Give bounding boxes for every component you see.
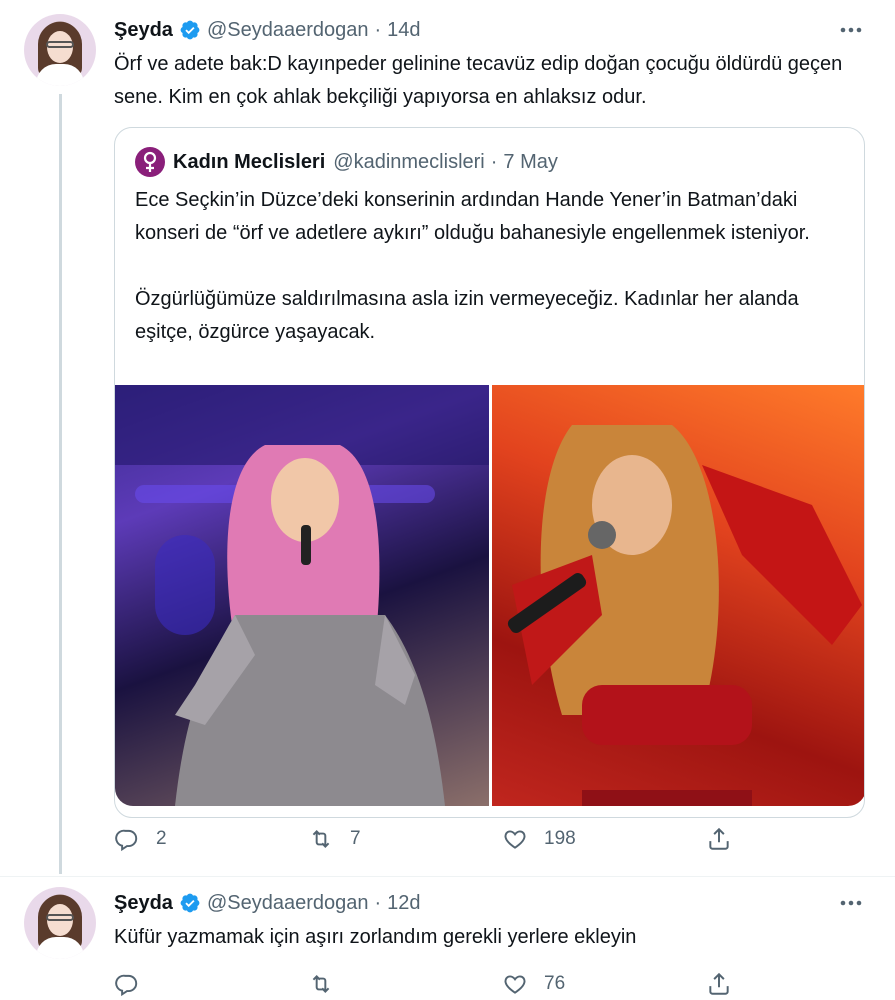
reply-button[interactable] — [114, 969, 140, 999]
quote-text: Ece Seçkin’in Düzce’deki konserinin ardı… — [135, 184, 835, 349]
female-symbol-icon — [143, 151, 157, 172]
tweet-actions: 76 — [114, 969, 754, 999]
quote-header: Kadın Meclisleri @kadinmeclisleri · 7 Ma… — [135, 146, 558, 178]
reply-icon — [115, 974, 138, 997]
quote-timestamp[interactable]: 7 May — [503, 151, 557, 174]
author-avatar[interactable] — [24, 14, 96, 86]
retweet-button[interactable]: 7 — [308, 824, 361, 854]
tweet-timestamp[interactable]: 14d — [387, 19, 420, 42]
author-handle[interactable]: @Seydaaerdogan — [207, 19, 369, 42]
like-count: 76 — [544, 973, 566, 994]
tweet-2[interactable]: Şeyda @Seydaaerdogan · 12d Küfür yazmama… — [0, 877, 895, 1000]
retweet-button[interactable] — [308, 969, 334, 999]
more-options-icon[interactable] — [837, 889, 865, 917]
share-button[interactable] — [706, 969, 732, 999]
retweet-icon — [312, 975, 330, 993]
tweet-header: Şeyda @Seydaaerdogan · 12d — [114, 889, 421, 917]
quote-author-handle[interactable]: @kadinmeclisleri — [333, 151, 484, 174]
quote-paragraph-1: Ece Seçkin’in Düzce’deki konserinin ardı… — [135, 189, 810, 244]
quoted-tweet[interactable]: Kadın Meclisleri @kadinmeclisleri · 7 Ma… — [114, 127, 865, 818]
share-icon — [709, 972, 729, 995]
like-icon — [504, 975, 526, 994]
verified-badge-icon — [180, 20, 200, 40]
author-name[interactable]: Şeyda — [114, 892, 173, 915]
like-button[interactable]: 198 — [502, 824, 576, 854]
tweet-text: Küfür yazmamak için aşırı zorlandım gere… — [114, 926, 637, 948]
like-button[interactable]: 76 — [502, 969, 565, 999]
quote-author-avatar[interactable] — [135, 147, 165, 177]
reply-button[interactable]: 2 — [114, 824, 167, 854]
quote-paragraph-2: Özgürlüğümüze saldırılmasına asla izin v… — [135, 288, 799, 343]
reply-icon — [115, 829, 138, 852]
quote-photo-right[interactable] — [492, 385, 864, 806]
author-avatar[interactable] — [24, 887, 96, 959]
more-options-icon[interactable] — [837, 16, 865, 44]
header-separator: · — [374, 18, 382, 41]
header-separator: · — [374, 891, 382, 914]
author-name[interactable]: Şeyda — [114, 19, 173, 42]
tweet-header: Şeyda @Seydaaerdogan · 14d — [114, 16, 421, 44]
tweet-1[interactable]: Şeyda @Seydaaerdogan · 14d Örf ve adete … — [0, 0, 895, 880]
tweet-text: Örf ve adete bak:D kayınpeder gelinine t… — [114, 53, 843, 108]
tweet-timestamp[interactable]: 12d — [387, 892, 420, 915]
quote-author-name[interactable]: Kadın Meclisleri — [173, 151, 325, 174]
quote-photo-left[interactable] — [115, 385, 489, 806]
like-icon — [504, 830, 526, 849]
verified-badge-icon — [180, 893, 200, 913]
retweet-count: 7 — [350, 828, 361, 849]
tweet-actions: 2 7 198 — [114, 824, 754, 854]
retweet-icon — [312, 830, 330, 848]
quote-header-separator: · — [490, 150, 498, 173]
reply-count: 2 — [156, 828, 167, 849]
share-button[interactable] — [706, 824, 732, 854]
share-icon — [709, 827, 729, 850]
like-count: 198 — [544, 828, 576, 849]
author-handle[interactable]: @Seydaaerdogan — [207, 892, 369, 915]
